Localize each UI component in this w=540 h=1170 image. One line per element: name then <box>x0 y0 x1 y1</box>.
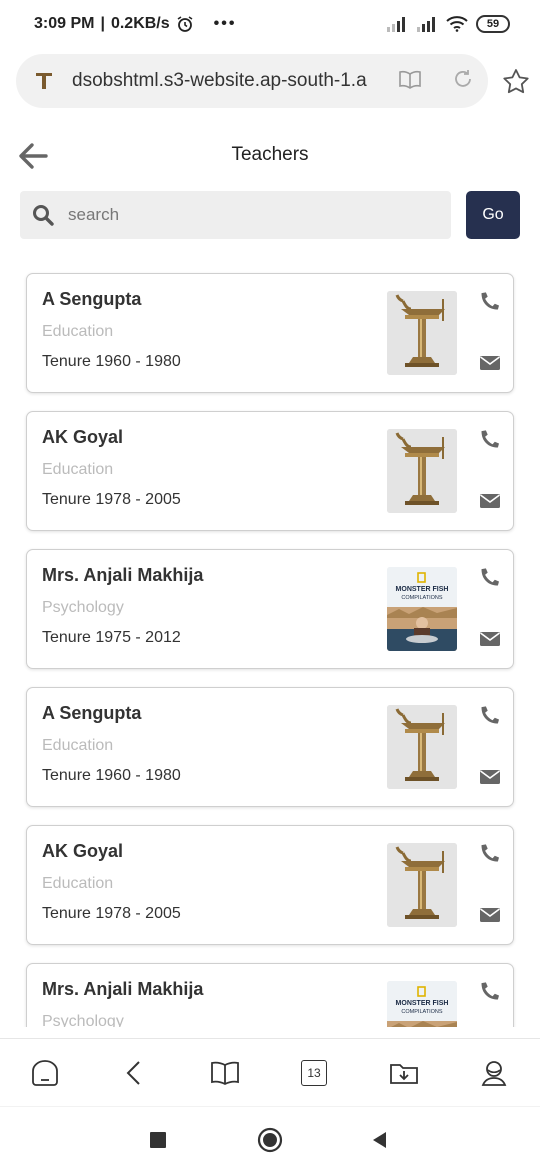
mail-icon[interactable] <box>479 768 501 786</box>
home-circle-icon[interactable] <box>257 1127 283 1153</box>
teacher-tenure: Tenure 1960 - 1980 <box>42 353 181 370</box>
teacher-name: Mrs. Anjali Makhija <box>42 979 204 999</box>
alarm-icon <box>177 16 193 32</box>
mail-icon[interactable] <box>479 906 501 924</box>
lamp-emblem-icon <box>387 705 457 789</box>
tabs-count: 13 <box>307 1066 321 1080</box>
teacher-tenure: Tenure 1978 - 2005 <box>42 491 181 508</box>
address-bar[interactable]: dsobshtml.s3-website.ap-south-1.a <box>16 54 488 108</box>
lamp-emblem-icon <box>387 843 457 927</box>
teacher-photo <box>387 705 457 789</box>
teacher-card[interactable]: Mrs. Anjali Makhija Psychology MONSTER F… <box>26 963 514 1027</box>
url-text[interactable]: dsobshtml.s3-website.ap-south-1.a <box>72 70 372 92</box>
wifi-icon <box>446 16 468 32</box>
mail-icon[interactable] <box>479 354 501 372</box>
bookmark-star-icon[interactable] <box>502 68 530 96</box>
teacher-name: AK Goyal <box>42 841 124 861</box>
teacher-department: Psychology <box>42 599 124 616</box>
teacher-photo <box>387 843 457 927</box>
site-favicon-icon <box>32 69 56 93</box>
profile-icon[interactable] <box>478 1057 510 1089</box>
reader-mode-icon[interactable] <box>398 69 422 94</box>
status-speed: 0.2KB/s <box>110 15 170 32</box>
phone-icon[interactable] <box>479 290 501 312</box>
thumbnail-subtitle: COMPILATIONS <box>401 595 443 601</box>
more-dots-icon: ••• <box>213 15 237 32</box>
tabs-button[interactable]: 13 <box>298 1057 330 1089</box>
search-icon <box>33 205 54 226</box>
teacher-name: AK Goyal <box>42 427 124 447</box>
teacher-department: Psychology <box>42 1013 124 1027</box>
reload-icon[interactable] <box>452 68 474 95</box>
teacher-card[interactable]: Mrs. Anjali Makhija Psychology Tenure 19… <box>26 549 514 669</box>
status-divider: | <box>100 15 105 32</box>
bookmarks-icon[interactable] <box>209 1057 241 1089</box>
teacher-card[interactable]: A Sengupta Education Tenure 1960 - 1980 <box>26 687 514 807</box>
teacher-department: Education <box>42 875 114 892</box>
lamp-emblem-icon <box>387 429 457 513</box>
teacher-card[interactable]: AK Goyal Education Tenure 1978 - 2005 <box>26 825 514 945</box>
teacher-photo: MONSTER FISH COMPILATIONS <box>387 981 457 1027</box>
mail-icon[interactable] <box>479 492 501 510</box>
teacher-photo: MONSTER FISH COMPILATIONS <box>387 567 457 651</box>
status-time: 3:09 PM <box>34 15 95 32</box>
teacher-card[interactable]: A Sengupta Education Tenure 1960 - 1980 <box>26 273 514 393</box>
phone-icon[interactable] <box>479 566 501 588</box>
teacher-department: Education <box>42 323 114 340</box>
downloads-icon[interactable] <box>388 1057 420 1089</box>
phone-icon[interactable] <box>479 980 501 1002</box>
teacher-photo <box>387 429 457 513</box>
teacher-list[interactable]: A Sengupta Education Tenure 1960 - 1980 … <box>0 258 540 1027</box>
lamp-emblem-icon <box>387 291 457 375</box>
teacher-department: Education <box>42 461 114 478</box>
home-icon[interactable] <box>29 1057 61 1089</box>
teacher-tenure: Tenure 1960 - 1980 <box>42 767 181 784</box>
teacher-tenure: Tenure 1975 - 2012 <box>42 629 181 646</box>
search-box[interactable] <box>20 191 451 239</box>
page-title: Teachers <box>231 144 309 165</box>
go-button[interactable]: Go <box>466 191 520 239</box>
status-bar: 3:09 PM | 0.2KB/s ••• 59 <box>0 0 540 48</box>
signal-icon <box>387 17 405 32</box>
page-header: Teachers <box>0 130 540 182</box>
battery-indicator: 59 <box>476 15 510 33</box>
teacher-name: Mrs. Anjali Makhija <box>42 565 204 585</box>
teacher-tenure: Tenure 1978 - 2005 <box>42 905 181 922</box>
thumbnail-title: MONSTER FISH <box>395 586 449 593</box>
phone-icon[interactable] <box>479 428 501 450</box>
search-input[interactable] <box>68 205 408 225</box>
phone-icon[interactable] <box>479 842 501 864</box>
teacher-name: A Sengupta <box>42 703 142 723</box>
back-triangle-icon[interactable] <box>367 1127 393 1153</box>
phone-icon[interactable] <box>479 704 501 726</box>
thumbnail-title: MONSTER FISH <box>395 1000 449 1007</box>
mail-icon[interactable] <box>479 630 501 648</box>
teacher-name: A Sengupta <box>42 289 142 309</box>
browser-bottom-nav: 13 <box>0 1038 540 1106</box>
signal-icon-2 <box>417 17 435 32</box>
fish-thumbnail-image <box>387 567 457 651</box>
back-nav-icon[interactable] <box>118 1057 150 1089</box>
teacher-department: Education <box>42 737 114 754</box>
thumbnail-subtitle: COMPILATIONS <box>401 1009 443 1015</box>
system-nav-bar <box>0 1106 540 1170</box>
teacher-photo <box>387 291 457 375</box>
recents-square-icon[interactable] <box>145 1127 171 1153</box>
teacher-card[interactable]: AK Goyal Education Tenure 1978 - 2005 <box>26 411 514 531</box>
